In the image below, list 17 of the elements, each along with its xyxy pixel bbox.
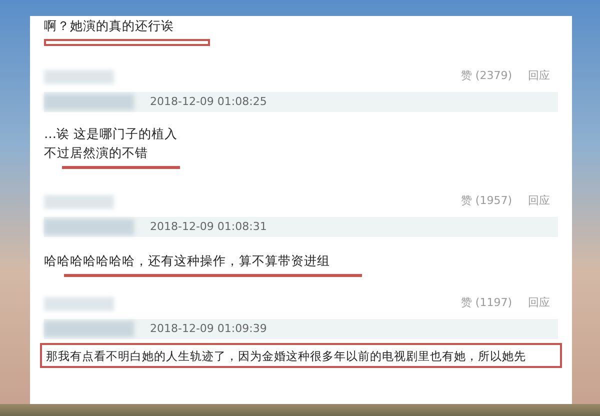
blurred-username: [44, 70, 114, 84]
blurred-username: [44, 195, 114, 209]
like-link[interactable]: 赞 (1957): [460, 192, 512, 209]
blurred-username: [44, 297, 114, 311]
timestamp: 2018-12-09 01:08:25: [150, 94, 267, 110]
comment-text: …诶 这是哪门子的植入: [44, 125, 178, 143]
like-link[interactable]: 赞 (1197): [460, 294, 512, 311]
comment-text: 不过居然演的不错: [44, 144, 149, 162]
timestamp: 2018-12-09 01:08:31: [150, 218, 267, 235]
timestamp: 2018-12-09 01:09:39: [150, 320, 267, 337]
like-link[interactable]: 赞 (2379): [460, 68, 512, 84]
reply-link[interactable]: 回应: [528, 294, 550, 311]
comment-text: 那我有点看不明白她的人生轨迹了，因为金婚这种很多年以前的电视剧里也有她，所以她先: [46, 348, 527, 364]
reply-link[interactable]: 回应: [528, 192, 550, 209]
reply-link[interactable]: 回应: [528, 68, 550, 84]
comment-text: 哈哈哈哈哈哈哈，还有这种操作，算不算带资进组: [44, 252, 331, 270]
comment-text: 啊？她演的真的还行诶: [44, 17, 175, 35]
